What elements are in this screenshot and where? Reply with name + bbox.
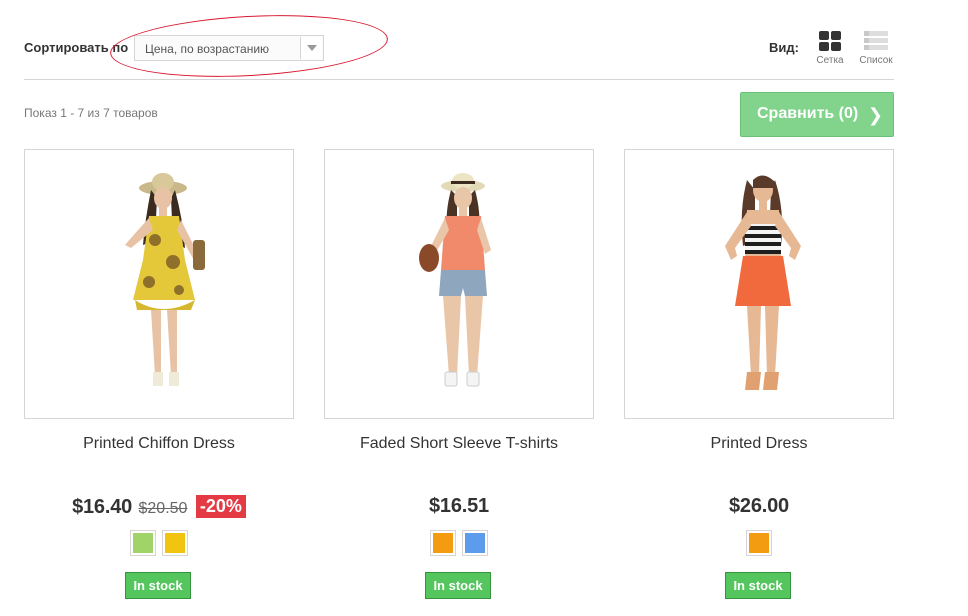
stock-badge: In stock: [425, 572, 491, 599]
product-image[interactable]: [624, 149, 894, 419]
product-name[interactable]: Printed Chiffon Dress: [24, 435, 294, 453]
product-prices: $16.40 $20.50 -20%: [24, 495, 294, 519]
color-swatch[interactable]: [462, 530, 488, 556]
compare-button[interactable]: Сравнить (0) ❯: [740, 92, 894, 137]
product-card[interactable]: Printed Dress $26.00 In stock: [624, 149, 894, 599]
product-card[interactable]: Printed Chiffon Dress $16.40 $20.50 -20%…: [24, 149, 294, 599]
product-price: $16.51: [429, 495, 489, 517]
stock-badge: In stock: [725, 572, 791, 599]
color-swatch[interactable]: [130, 530, 156, 556]
chevron-right-icon: ❯: [867, 105, 883, 125]
product-count: Показ 1 - 7 из 7 товаров: [24, 106, 158, 120]
view-label: Вид:: [769, 40, 799, 55]
model-striped-top-skirt-image: [725, 175, 801, 390]
product-image[interactable]: [24, 149, 294, 419]
product-price: $16.40: [72, 496, 133, 518]
view-list-label: Список: [859, 55, 893, 66]
color-swatch[interactable]: [430, 530, 456, 556]
discount-badge: -20%: [195, 495, 246, 518]
product-price: $26.00: [729, 495, 789, 517]
product-prices: $16.51: [324, 495, 594, 518]
compare-button-label: Сравнить (0): [757, 105, 859, 122]
old-price: $20.50: [138, 500, 188, 517]
color-swatches: [324, 530, 594, 556]
sort-bar: Сортировать по Цена, по возрастанию Вид:…: [24, 8, 896, 84]
product-name[interactable]: Faded Short Sleeve T-shirts: [324, 435, 594, 453]
product-name[interactable]: Printed Dress: [624, 435, 894, 453]
product-prices: $26.00: [624, 495, 894, 518]
list-icon: [864, 31, 888, 51]
view-grid-label: Сетка: [816, 55, 844, 66]
product-image[interactable]: [324, 149, 594, 419]
model-yellow-dress-image: [125, 173, 205, 386]
view-list-button[interactable]: Список: [856, 31, 896, 66]
color-swatches: [624, 530, 894, 556]
stock-badge: In stock: [125, 572, 191, 599]
color-swatch[interactable]: [162, 530, 188, 556]
model-tshirt-shorts-image: [419, 173, 491, 387]
color-swatches: [24, 530, 294, 556]
view-grid-button[interactable]: Сетка: [810, 31, 850, 66]
product-card[interactable]: Faded Short Sleeve T-shirts $16.51 In st…: [324, 149, 594, 599]
grid-icon: [819, 31, 841, 51]
color-swatch[interactable]: [746, 530, 772, 556]
red-circle-annotation: [108, 8, 390, 84]
